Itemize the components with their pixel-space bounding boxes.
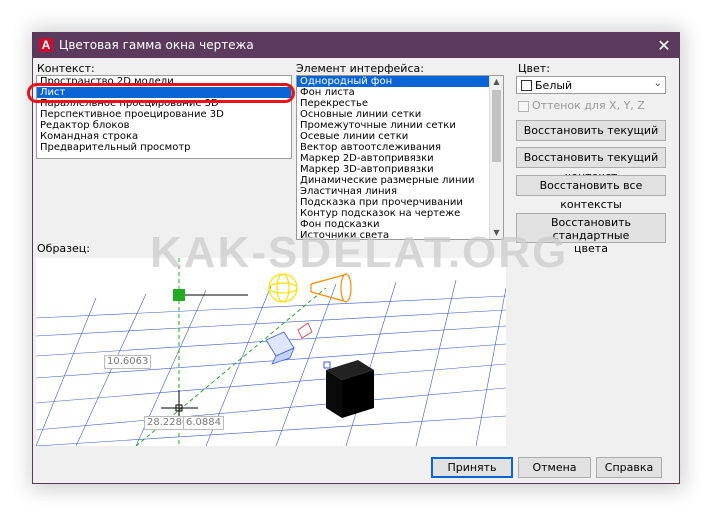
context-label: Контекст: — [37, 62, 95, 75]
context-item[interactable]: Предварительный просмотр — [37, 142, 291, 153]
coordinate-readout-distance: 10.6063 — [104, 355, 152, 369]
preview-scene — [36, 258, 506, 446]
checkbox-icon — [518, 100, 529, 112]
element-item[interactable]: Контур подсказок на чертеже — [297, 208, 503, 219]
point-light-icon — [268, 273, 298, 303]
green-grip-marker — [173, 289, 185, 301]
interface-element-listbox[interactable]: Однородный фон Фон листа Перекрестье Осн… — [296, 75, 504, 240]
help-button[interactable]: Справка — [596, 457, 662, 478]
small-red-light-icon — [297, 322, 313, 339]
element-item[interactable]: Основные линии сетки — [297, 109, 503, 120]
element-item-selected[interactable]: Однородный фон — [297, 76, 503, 87]
scroll-thumb[interactable] — [492, 90, 501, 162]
preview-label: Образец: — [37, 242, 90, 255]
context-item[interactable]: Перспективное проецирование 3D — [37, 109, 291, 120]
context-item[interactable]: Командная строка — [37, 131, 291, 142]
element-item[interactable]: Фон листа — [297, 87, 503, 98]
color-value: Белый — [535, 79, 573, 92]
cancel-button[interactable]: Отмена — [518, 457, 591, 478]
highlight-annotation — [27, 83, 295, 103]
tint-xyz-label: Оттенок для X, Y, Z — [532, 99, 645, 112]
cube-grip-marker — [323, 361, 331, 369]
restore-current-context-button[interactable]: Восстановить текущий контекст — [516, 147, 666, 183]
element-item[interactable]: Промежуточные линии сетки — [297, 120, 503, 131]
ok-button[interactable]: Принять — [431, 457, 513, 478]
color-swatch — [521, 80, 532, 91]
black-cube-icon — [326, 360, 374, 418]
element-item[interactable]: Перекрестье — [297, 98, 503, 109]
chevron-down-icon: ⌄ — [653, 78, 662, 89]
coordinate-readout-y: 6.0884 — [183, 416, 224, 430]
element-item[interactable]: Эластичная линия — [297, 186, 503, 197]
element-item[interactable]: Маркер 3D-автопривязки — [297, 164, 503, 175]
element-item[interactable]: Осевые линии сетки — [297, 131, 503, 142]
close-button[interactable]: ✕ — [649, 33, 679, 58]
element-item[interactable]: Маркер 2D-автопривязки — [297, 153, 503, 164]
site-watermark: KAK-SDELAT.ORG — [150, 228, 569, 277]
context-item[interactable]: Редактор блоков — [37, 120, 291, 131]
element-list-scrollbar[interactable]: ▲ ▼ — [489, 76, 503, 239]
window-title: Цветовая гамма окна чертежа — [59, 38, 254, 52]
spot-light-icon — [310, 273, 352, 303]
restore-current-element-button[interactable]: Восстановить текущий элемент — [516, 120, 666, 156]
color-select[interactable]: Белый ⌄ — [516, 76, 666, 94]
camera-icon — [265, 331, 295, 365]
interface-element-label: Элемент интерфейса: — [296, 62, 424, 75]
element-item[interactable]: Динамические размерные линии — [297, 175, 503, 186]
element-item[interactable]: Подсказка при прочерчивании — [297, 197, 503, 208]
tint-xyz-checkbox[interactable]: Оттенок для X, Y, Z — [518, 99, 645, 112]
title-bar[interactable]: A Цветовая гамма окна чертежа ✕ — [33, 33, 679, 58]
autocad-logo-icon: A — [39, 38, 53, 52]
preview-canvas: 10.6063 28.2280 6.0884 — [36, 258, 506, 446]
scroll-up-icon[interactable]: ▲ — [490, 76, 503, 88]
restore-all-contexts-button[interactable]: Восстановить все контексты — [516, 175, 666, 211]
color-label: Цвет: — [518, 62, 550, 75]
element-item[interactable]: Вектор автоотслеживания — [297, 142, 503, 153]
